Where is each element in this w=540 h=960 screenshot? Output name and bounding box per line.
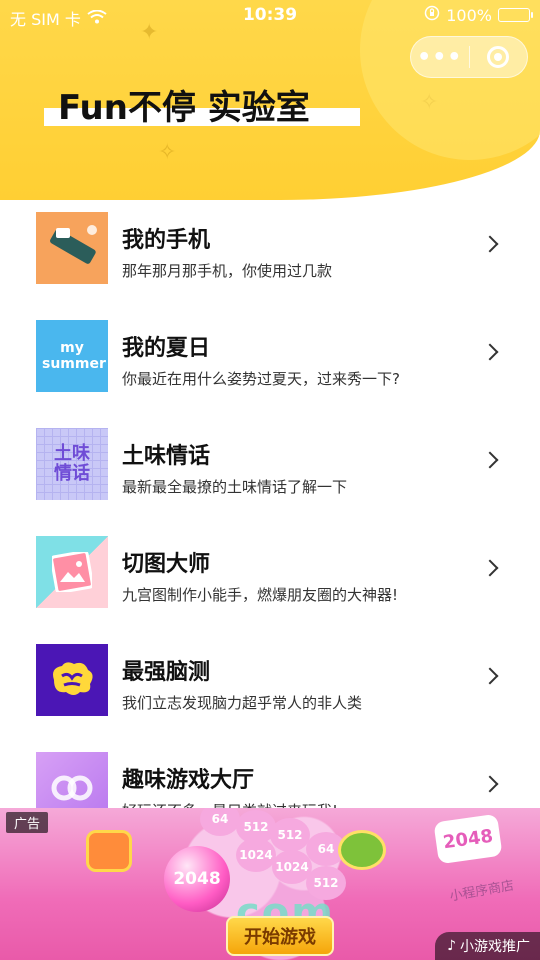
- ad-tile: 512: [270, 818, 310, 852]
- phone-illustration-icon: [50, 225, 97, 264]
- item-title: 我的手机: [122, 228, 211, 253]
- item-title: 土味情话: [122, 444, 211, 469]
- close-button[interactable]: [469, 46, 527, 68]
- more-button[interactable]: •••: [411, 45, 469, 70]
- candy-decoration-icon: ✧: [158, 140, 177, 165]
- fruit-icon: [338, 830, 386, 870]
- list-item-love-words[interactable]: 土味情话 土味情话 最新最全最撩的土味情话了解一下: [0, 416, 540, 516]
- brain-test-thumbnail: [36, 644, 108, 716]
- status-right: 100%: [424, 5, 533, 25]
- mini-game-promo-text: 小游戏推广: [460, 939, 530, 955]
- chevron-right-icon: [481, 667, 499, 685]
- picture-icon: [52, 552, 92, 592]
- ad-handwriting-text: 小程序商店: [448, 878, 516, 905]
- list-item-cut-master[interactable]: 切图大师 九宫图制作小能手，燃爆朋友圈的大神器!: [0, 524, 540, 624]
- chevron-right-icon: [481, 235, 499, 253]
- item-description: 那年那月那手机，你使用过几款: [122, 262, 333, 280]
- summer-thumbnail-text: my summer: [42, 340, 106, 372]
- list-item-my-summer[interactable]: my summer 我的夏日 你最近在用什么姿势过夏天，过来秀一下?: [0, 308, 540, 408]
- page-title: Fun不停 实验室: [58, 88, 310, 128]
- mini-game-promo-label[interactable]: ♪ 小游戏推广: [435, 932, 540, 960]
- start-game-button[interactable]: 开始游戏: [226, 916, 334, 956]
- ad-tile: 1024: [236, 838, 276, 872]
- link-rings-icon: [51, 775, 93, 801]
- ad-banner[interactable]: 64 512 512 1024 1024 64 512 2048 2048 co…: [0, 808, 540, 960]
- item-description: 我们立志发现脑力超乎常人的非人类: [122, 694, 363, 712]
- candy-decoration-icon: ✧: [420, 90, 439, 115]
- item-title: 趣味游戏大厅: [122, 768, 255, 793]
- battery-percent: 100%: [446, 5, 492, 25]
- list-item-brain-test[interactable]: 最强脑测 我们立志发现脑力超乎常人的非人类: [0, 632, 540, 732]
- ad-tag: 广告: [6, 812, 49, 833]
- mini-program-capsule: •••: [410, 36, 528, 78]
- chevron-right-icon: [481, 559, 499, 577]
- brain-icon: [53, 662, 93, 695]
- treasure-chest-icon: [86, 830, 132, 872]
- love-words-thumbnail: 土味情话: [36, 428, 108, 500]
- chevron-right-icon: [481, 451, 499, 469]
- summer-thumbnail: my summer: [36, 320, 108, 392]
- item-description: 你最近在用什么姿势过夏天，过来秀一下?: [122, 370, 400, 388]
- love-words-thumbnail-text: 土味情话: [54, 443, 90, 484]
- status-bar: 无 SIM 卡 10:39 100%: [0, 0, 540, 30]
- chevron-right-icon: [481, 775, 499, 793]
- ad-game-logo: 2048: [433, 813, 503, 865]
- ad-2048-ball: 2048: [164, 846, 230, 912]
- battery-icon: [498, 8, 533, 22]
- list-item-my-phone[interactable]: 我的手机 那年那月那手机，你使用过几款: [0, 200, 540, 300]
- item-title: 切图大师: [122, 552, 211, 577]
- phone-thumbnail: [36, 212, 108, 284]
- chevron-right-icon: [481, 343, 499, 361]
- item-description: 最新最全最撩的土味情话了解一下: [122, 478, 348, 496]
- orientation-lock-icon: [424, 5, 440, 25]
- item-title: 最强脑测: [122, 660, 211, 685]
- close-icon: [487, 46, 510, 68]
- item-description: 九宫图制作小能手，燃爆朋友圈的大神器!: [122, 586, 399, 604]
- cut-master-thumbnail: [36, 536, 108, 608]
- item-title: 我的夏日: [122, 336, 211, 361]
- music-note-icon: ♪: [447, 938, 456, 954]
